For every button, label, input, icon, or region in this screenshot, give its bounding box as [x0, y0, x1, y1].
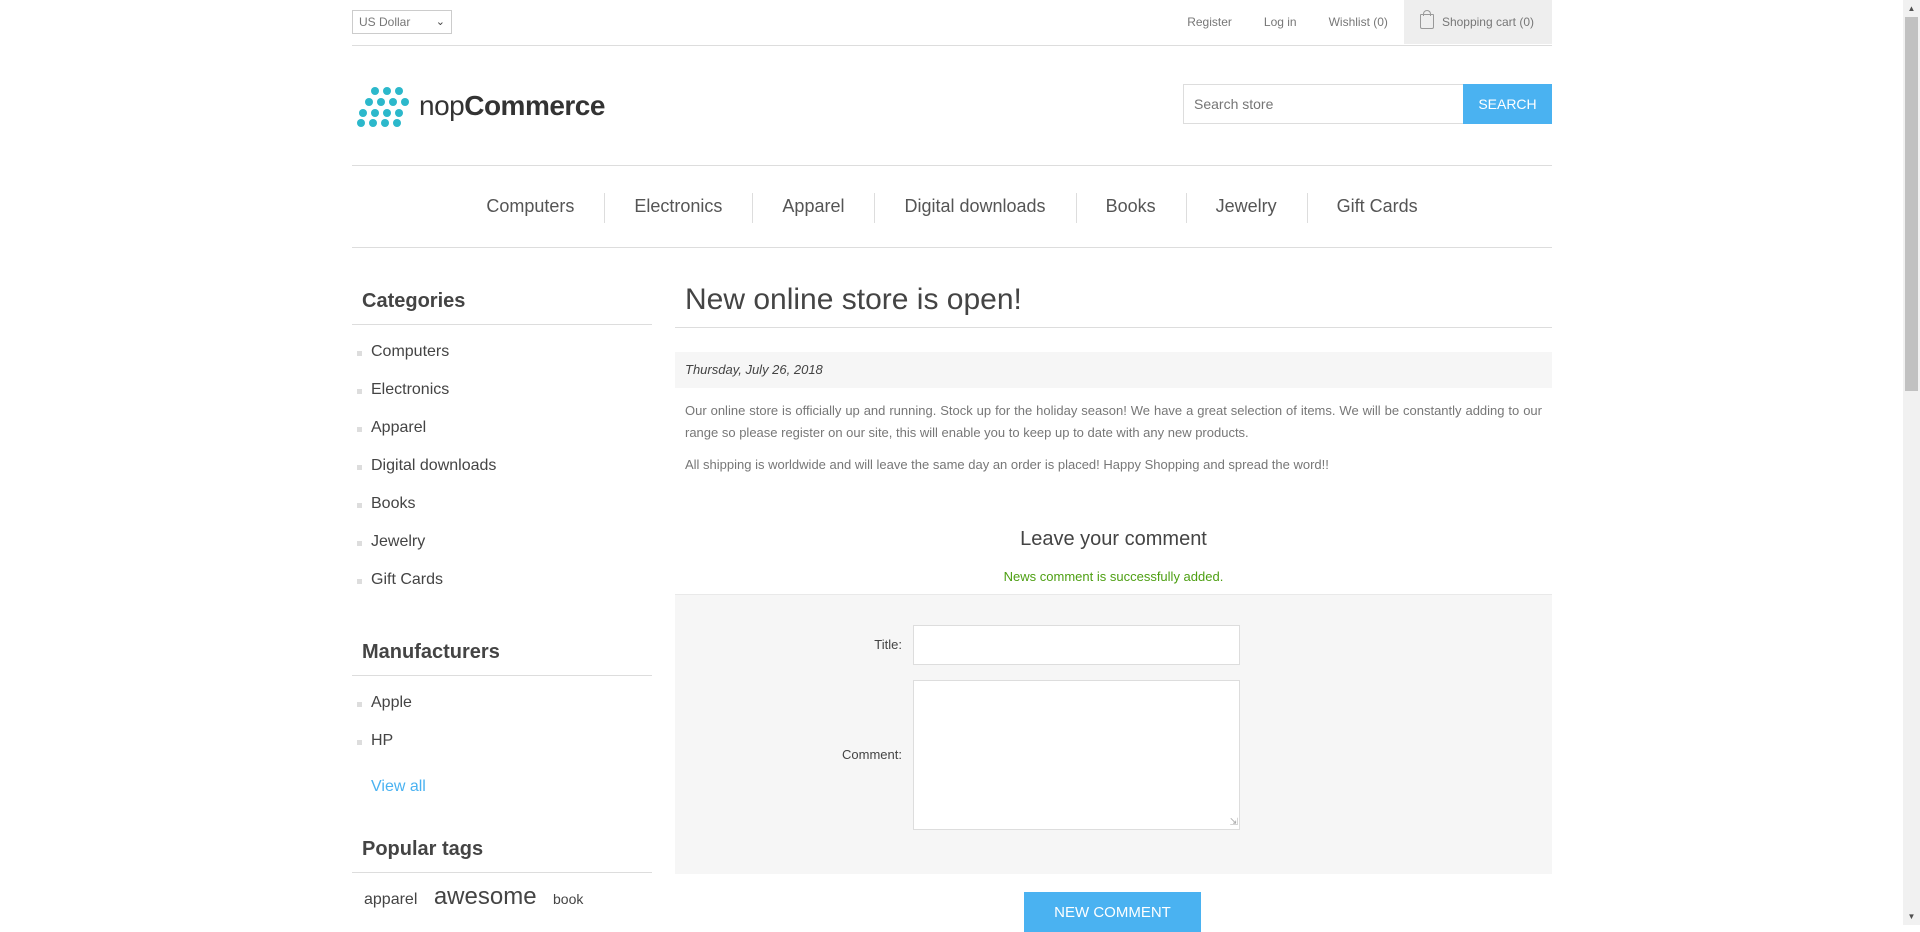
menu-item-jewelry[interactable]: Jewelry — [1185, 193, 1307, 223]
shopping-bag-icon — [1419, 9, 1434, 29]
news-paragraph: Our online store is officially up and ru… — [685, 403, 1542, 440]
menu-item-digital-downloads[interactable]: Digital downloads — [874, 193, 1075, 223]
wishlist-link[interactable]: Wishlist (0) — [1329, 15, 1388, 29]
currency-value: US Dollar — [359, 15, 411, 29]
top-menu: Computers Electronics Apparel Digital do… — [352, 165, 1552, 248]
manufacturers-list: Apple HP — [352, 676, 652, 762]
comment-form: Title: Comment: ⇲ — [675, 594, 1552, 874]
currency-selector[interactable]: US Dollar ⌄ — [352, 10, 452, 34]
menu-item-electronics[interactable]: Electronics — [604, 193, 752, 223]
page-title: New online store is open! — [675, 270, 1552, 328]
menu-item-gift-cards[interactable]: Gift Cards — [1306, 193, 1448, 223]
store-logo[interactable]: nopCommerce — [355, 84, 605, 128]
scrollbar-thumb[interactable] — [1905, 17, 1918, 391]
categories-title: Categories — [352, 270, 652, 325]
news-date: Thursday, July 26, 2018 — [675, 352, 1552, 388]
register-link[interactable]: Register — [1187, 15, 1232, 29]
scroll-up-icon[interactable]: ▲ — [1903, 0, 1920, 17]
news-item-page: New online store is open! Thursday, July… — [675, 270, 1552, 932]
search-button[interactable]: Search — [1463, 84, 1552, 124]
chevron-down-icon: ⌄ — [435, 16, 445, 28]
search-box: Search — [1183, 84, 1552, 124]
page-master: US Dollar ⌄ Register Log in Wishlist (0)… — [352, 0, 1552, 932]
tag-link[interactable]: awesome — [434, 883, 537, 910]
tag-link[interactable]: book — [553, 891, 583, 907]
popular-tags-list: apparel awesome book — [352, 873, 652, 921]
shopping-cart-link[interactable]: Shopping cart (0) — [1403, 0, 1552, 44]
menu-item-apparel[interactable]: Apparel — [752, 193, 874, 223]
comment-title-input[interactable] — [913, 625, 1240, 665]
menu-item-computers[interactable]: Computers — [456, 196, 604, 217]
news-body: Our online store is officially up and ru… — [675, 388, 1552, 476]
category-item[interactable]: Books — [352, 487, 652, 525]
account-links: Register Log in Wishlist (0) Shopping ca… — [1171, 0, 1552, 44]
manufacturers-title: Manufacturers — [352, 621, 652, 676]
scroll-down-icon[interactable]: ▼ — [1903, 908, 1920, 925]
manufacturer-item[interactable]: HP — [352, 724, 652, 762]
resize-handle-icon[interactable]: ⇲ — [1230, 818, 1238, 828]
login-link[interactable]: Log in — [1264, 15, 1297, 29]
manufacturers-view-all-link[interactable]: View all — [352, 762, 652, 808]
category-item[interactable]: Jewelry — [352, 525, 652, 563]
page-scrollbar[interactable]: ▲ ▼ — [1903, 0, 1920, 925]
shopping-cart-label: Shopping cart (0) — [1441, 15, 1534, 29]
menu-item-books[interactable]: Books — [1075, 193, 1186, 223]
title-label: Title: — [874, 637, 902, 652]
search-input[interactable] — [1183, 84, 1463, 124]
comment-success-message: News comment is successfully added. — [1003, 569, 1224, 584]
category-item[interactable]: Computers — [352, 335, 652, 373]
tag-link[interactable]: apparel — [364, 891, 417, 908]
sidebar: Categories Computers Electronics Apparel… — [352, 270, 652, 921]
category-item[interactable]: Digital downloads — [352, 449, 652, 487]
category-item[interactable]: Apparel — [352, 411, 652, 449]
popular-tags-title: Popular tags — [352, 818, 652, 873]
category-item[interactable]: Gift Cards — [352, 563, 652, 601]
manufacturer-item[interactable]: Apple — [352, 686, 652, 724]
news-paragraph: All shipping is worldwide and will leave… — [685, 457, 1329, 472]
comment-label: Comment: — [842, 747, 902, 762]
comment-heading: Leave your comment — [1020, 528, 1207, 550]
comment-text-area[interactable]: ⇲ — [913, 680, 1240, 830]
header-links-bar: US Dollar ⌄ Register Log in Wishlist (0)… — [352, 0, 1552, 46]
category-item[interactable]: Electronics — [352, 373, 652, 411]
new-comment-button[interactable]: New comment — [1024, 892, 1201, 932]
categories-list: Computers Electronics Apparel Digital do… — [352, 325, 652, 601]
logo-dots-icon — [355, 85, 411, 127]
logo-wordmark: nopCommerce — [419, 90, 605, 121]
